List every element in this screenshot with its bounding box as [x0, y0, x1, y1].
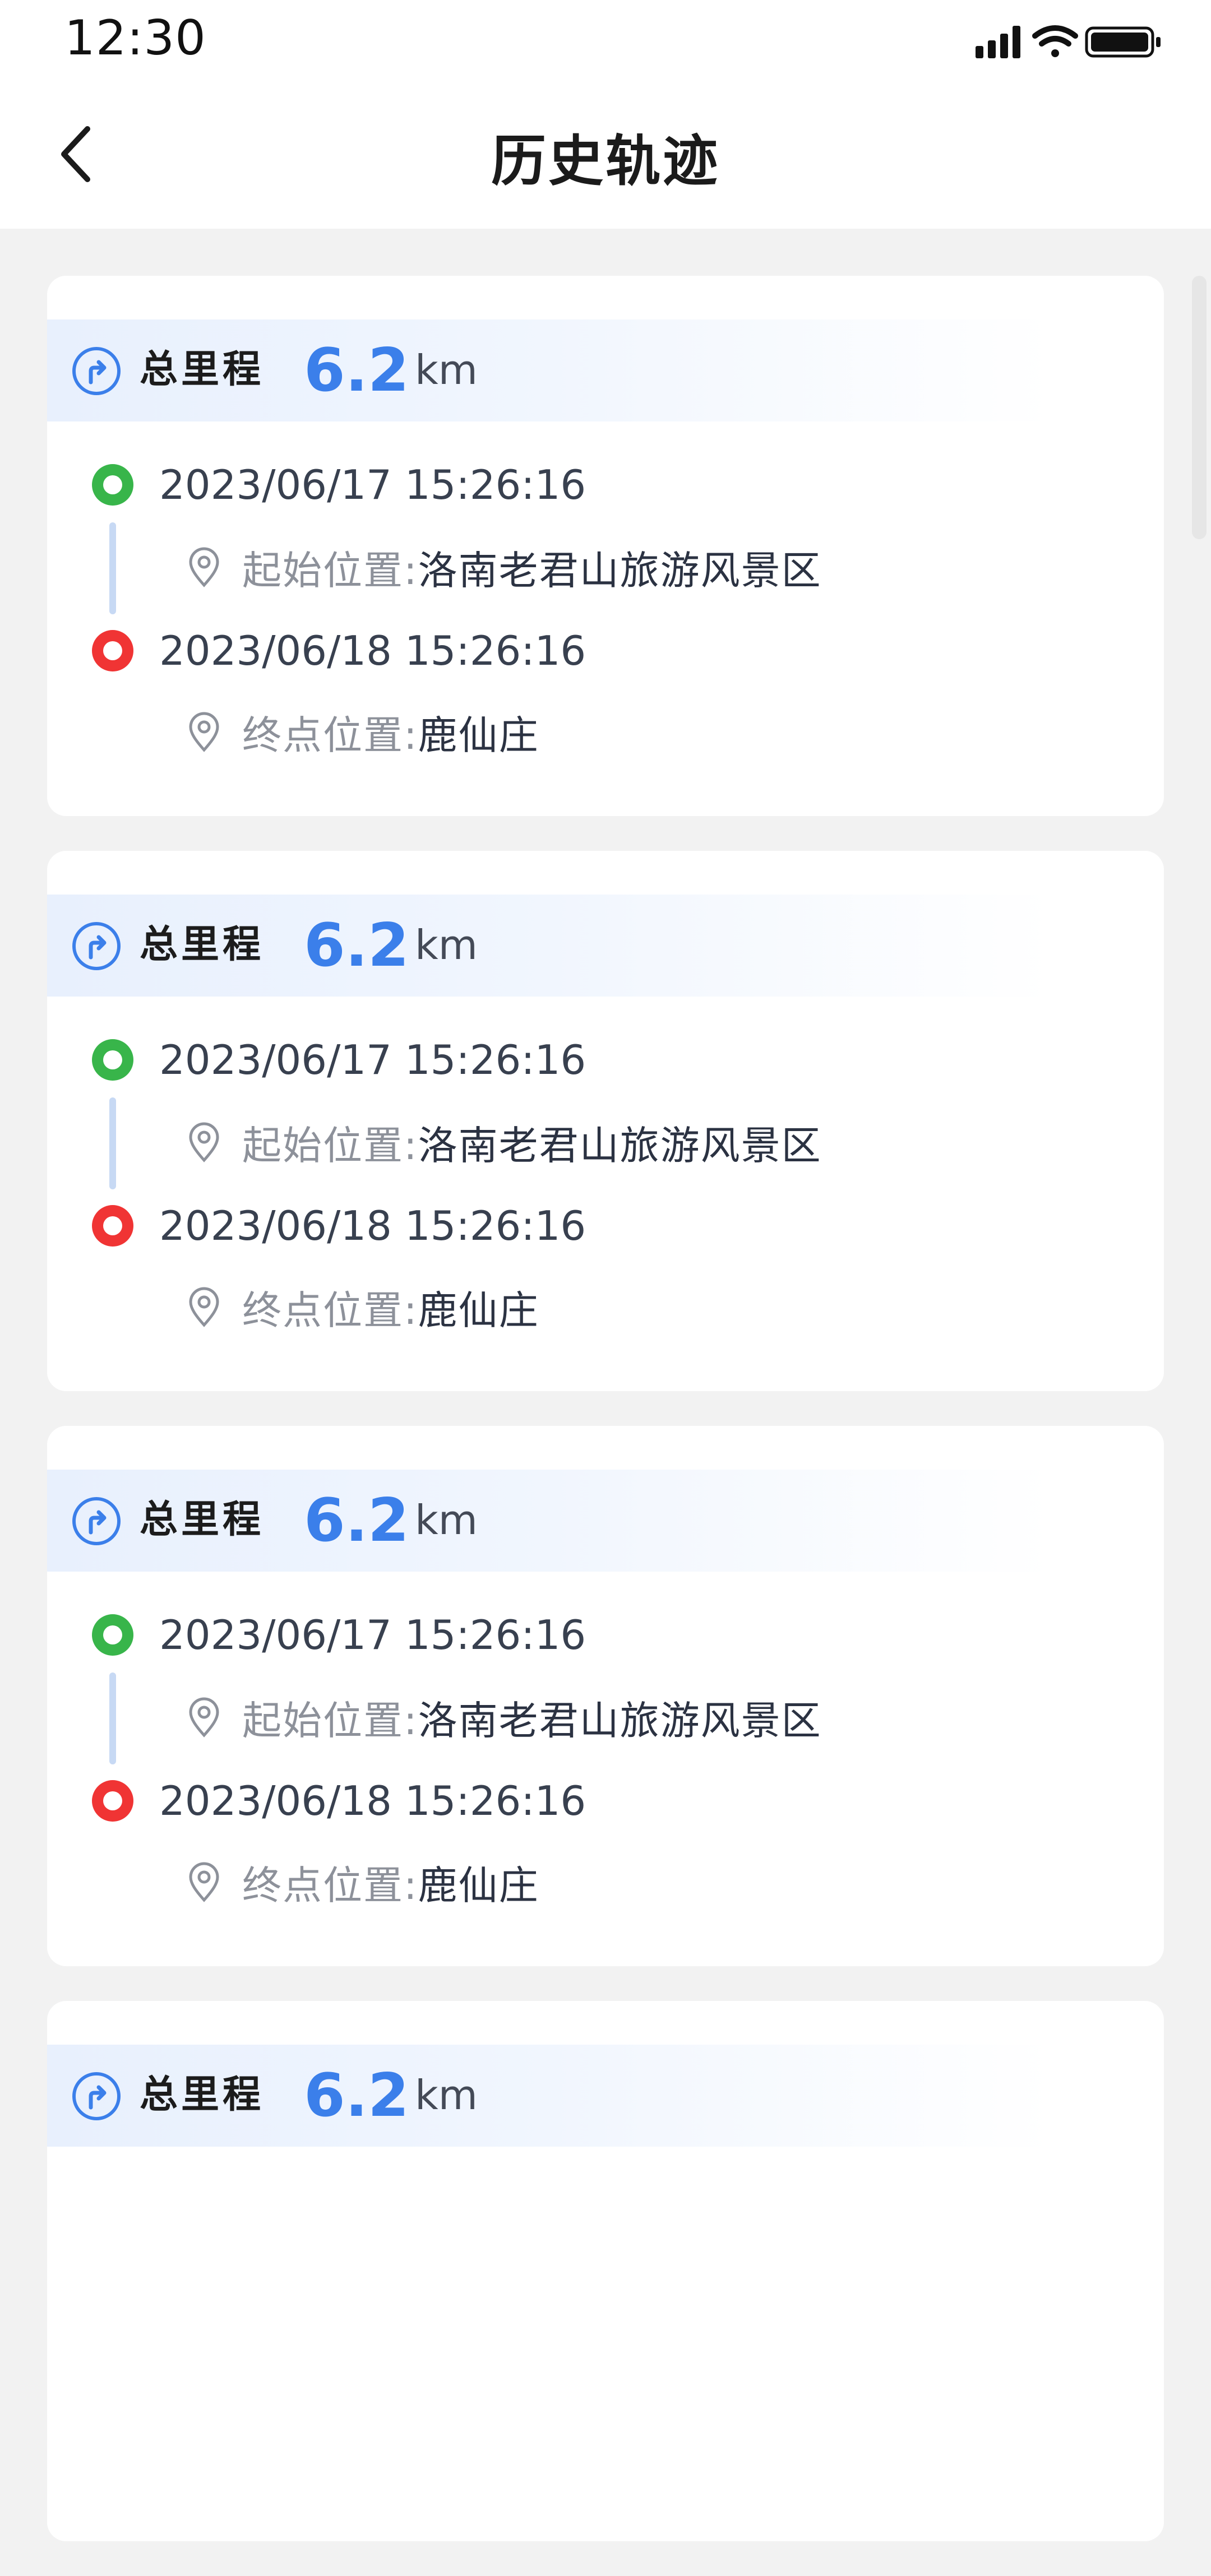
end-point-icon — [92, 630, 133, 671]
total-distance-value: 6.2 — [304, 2061, 409, 2130]
location-pin-icon — [189, 1287, 219, 1327]
end-location-value: 鹿仙庄 — [418, 1862, 539, 1908]
end-time: 2023/06/18 15:26:16 — [159, 1777, 586, 1824]
status-icons — [976, 25, 1161, 58]
start-time: 2023/06/17 15:26:16 — [159, 1611, 586, 1658]
location-pin-icon — [189, 1697, 219, 1738]
trip-summary: 总里程 6.2 km — [47, 1470, 1164, 1572]
start-point-icon — [92, 464, 133, 506]
start-location-value: 洛南老君山旅游风景区 — [418, 547, 822, 594]
scrollbar[interactable] — [1192, 276, 1207, 539]
route-icon — [72, 1497, 121, 1545]
end-location-row: 终点位置: 鹿仙庄 — [187, 1854, 539, 1910]
end-location-value: 鹿仙庄 — [418, 1287, 539, 1333]
trip-card[interactable]: 总里程 6.2 km 2023/06/17 15:26:16 起始位置: 洛南老… — [47, 851, 1164, 1391]
distance-unit: km — [415, 921, 478, 969]
start-location-row: 起始位置: 洛南老君山旅游风景区 — [187, 1689, 822, 1745]
trip-card[interactable]: 总里程 6.2 km 2023/06/17 15:26:16 起始位置: 洛南老… — [47, 1426, 1164, 1966]
location-pin-icon — [189, 547, 219, 587]
timeline-connector — [109, 1672, 116, 1764]
end-time: 2023/06/18 15:26:16 — [159, 1202, 586, 1249]
start-location-row: 起始位置: 洛南老君山旅游风景区 — [187, 539, 822, 595]
start-location-label: 起始位置: — [242, 547, 418, 594]
end-location-row: 终点位置: 鹿仙庄 — [187, 1279, 539, 1335]
total-distance-value: 6.2 — [304, 336, 409, 405]
start-location-row: 起始位置: 洛南老君山旅游风景区 — [187, 1114, 822, 1170]
location-pin-icon — [189, 1122, 219, 1162]
wifi-icon — [1032, 25, 1078, 57]
start-point-icon — [92, 1039, 133, 1081]
total-distance-label: 总里程 — [140, 348, 265, 392]
total-distance-value: 6.2 — [304, 911, 409, 980]
end-location-row: 终点位置: 鹿仙庄 — [187, 704, 539, 760]
end-point-icon — [92, 1205, 133, 1247]
nav-bar: 历史轨迹 — [0, 84, 1211, 229]
trip-card[interactable]: 总里程 6.2 km 2023/06/17 15:26:16 起始位置: 洛南老… — [47, 276, 1164, 816]
trip-list: 总里程 6.2 km 2023/06/17 15:26:16 起始位置: 洛南老… — [47, 276, 1164, 2576]
start-time: 2023/06/17 15:26:16 — [159, 1036, 586, 1083]
start-location-label: 起始位置: — [242, 1697, 418, 1744]
end-location-label: 终点位置: — [242, 1862, 418, 1908]
route-icon — [72, 347, 121, 395]
location-pin-icon — [189, 712, 219, 752]
end-time: 2023/06/18 15:26:16 — [159, 627, 586, 674]
timeline-connector — [109, 522, 116, 614]
end-location-label: 终点位置: — [242, 712, 418, 758]
distance-unit: km — [415, 2072, 478, 2119]
distance-unit: km — [415, 346, 478, 393]
start-location-label: 起始位置: — [242, 1122, 418, 1169]
total-distance-label: 总里程 — [140, 2073, 265, 2117]
start-point-icon — [92, 1614, 133, 1656]
trip-card[interactable]: 总里程 6.2 km — [47, 2001, 1164, 2541]
distance-unit: km — [415, 1497, 478, 1544]
page-title: 历史轨迹 — [491, 129, 720, 193]
route-icon — [72, 922, 121, 970]
location-pin-icon — [189, 1862, 219, 1902]
battery-icon — [1085, 26, 1161, 58]
route-icon — [72, 2072, 121, 2120]
trip-summary: 总里程 6.2 km — [47, 319, 1164, 421]
status-time: 12:30 — [64, 10, 206, 66]
status-bar: 12:30 — [0, 0, 1211, 84]
start-location-value: 洛南老君山旅游风景区 — [418, 1697, 822, 1744]
timeline-connector — [109, 1097, 116, 1189]
end-point-icon — [92, 1780, 133, 1822]
end-location-label: 终点位置: — [242, 1287, 418, 1333]
end-location-value: 鹿仙庄 — [418, 712, 539, 758]
start-time: 2023/06/17 15:26:16 — [159, 461, 586, 508]
total-distance-value: 6.2 — [304, 1486, 409, 1555]
total-distance-label: 总里程 — [140, 1498, 265, 1542]
signal-icon — [976, 26, 1020, 58]
trip-summary: 总里程 6.2 km — [47, 2045, 1164, 2147]
trip-summary: 总里程 6.2 km — [47, 895, 1164, 997]
start-location-value: 洛南老君山旅游风景区 — [418, 1122, 822, 1169]
total-distance-label: 总里程 — [140, 923, 265, 967]
